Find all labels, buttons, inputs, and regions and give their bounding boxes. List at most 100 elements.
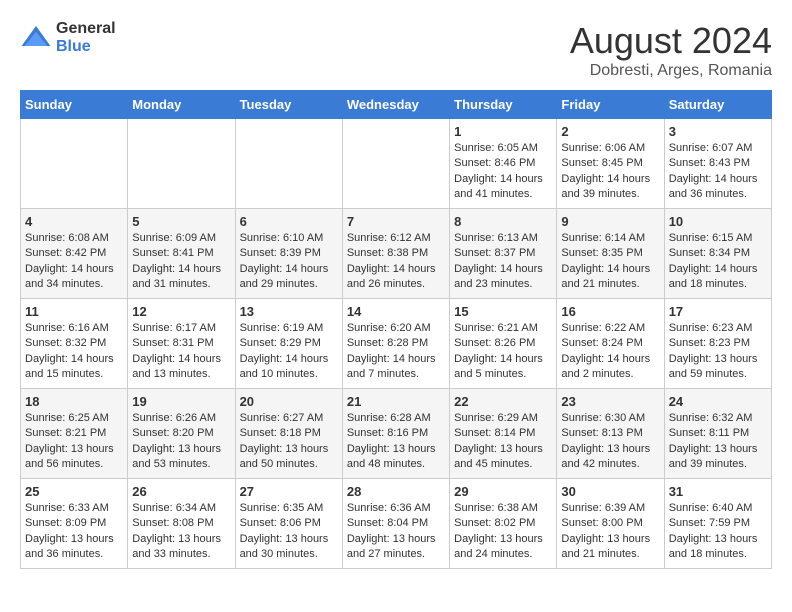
day-info: and 53 minutes. xyxy=(132,457,230,472)
day-info: Sunrise: 6:25 AM xyxy=(25,411,123,426)
day-info: and 33 minutes. xyxy=(132,547,230,562)
day-info: Daylight: 13 hours xyxy=(132,442,230,457)
day-number: 20 xyxy=(240,394,338,409)
day-info: Daylight: 14 hours xyxy=(561,172,659,187)
day-number: 29 xyxy=(454,484,552,499)
day-info: Daylight: 14 hours xyxy=(454,172,552,187)
calendar-cell xyxy=(128,119,235,209)
day-info: Daylight: 13 hours xyxy=(132,532,230,547)
day-info: and 23 minutes. xyxy=(454,277,552,292)
calendar-cell: 10Sunrise: 6:15 AMSunset: 8:34 PMDayligh… xyxy=(664,209,771,299)
day-number: 28 xyxy=(347,484,445,499)
day-number: 23 xyxy=(561,394,659,409)
calendar-cell: 2Sunrise: 6:06 AMSunset: 8:45 PMDaylight… xyxy=(557,119,664,209)
calendar-cell: 3Sunrise: 6:07 AMSunset: 8:43 PMDaylight… xyxy=(664,119,771,209)
day-info: Sunrise: 6:28 AM xyxy=(347,411,445,426)
day-info: Sunrise: 6:13 AM xyxy=(454,231,552,246)
day-number: 12 xyxy=(132,304,230,319)
day-info: Sunset: 8:13 PM xyxy=(561,426,659,441)
day-info: and 29 minutes. xyxy=(240,277,338,292)
calendar-cell: 9Sunrise: 6:14 AMSunset: 8:35 PMDaylight… xyxy=(557,209,664,299)
day-info: Sunrise: 6:05 AM xyxy=(454,141,552,156)
day-info: Sunset: 8:37 PM xyxy=(454,246,552,261)
day-info: Daylight: 13 hours xyxy=(669,352,767,367)
calendar-cell: 26 Sunrise: 6:34 AMSunset: 8:08 PMDayligh… xyxy=(128,479,235,569)
day-info: Sunset: 8:18 PM xyxy=(240,426,338,441)
day-info: Sunset: 8:34 PM xyxy=(669,246,767,261)
day-info: Daylight: 13 hours xyxy=(240,442,338,457)
day-number: 6 xyxy=(240,214,338,229)
day-number: 7 xyxy=(347,214,445,229)
day-info: Sunrise: 6:34 AM xyxy=(132,501,230,516)
day-number: 18 xyxy=(25,394,123,409)
calendar-cell: 31Sunrise: 6:40 AMSunset: 7:59 PMDayligh… xyxy=(664,479,771,569)
calendar-table: SundayMondayTuesdayWednesdayThursdayFrid… xyxy=(20,90,772,569)
day-info: Sunrise: 6:30 AM xyxy=(561,411,659,426)
day-info: Sunset: 8:11 PM xyxy=(669,426,767,441)
day-info: Daylight: 14 hours xyxy=(561,262,659,277)
day-info: Sunrise: 6:06 AM xyxy=(561,141,659,156)
day-number: 15 xyxy=(454,304,552,319)
calendar-cell: 15Sunrise: 6:21 AMSunset: 8:26 PMDayligh… xyxy=(450,299,557,389)
logo-blue: Blue xyxy=(56,38,116,56)
day-info: Sunset: 8:24 PM xyxy=(561,336,659,351)
day-info: Daylight: 13 hours xyxy=(561,442,659,457)
day-info: Sunset: 8:35 PM xyxy=(561,246,659,261)
day-info: Sunset: 8:20 PM xyxy=(132,426,230,441)
day-info: Daylight: 14 hours xyxy=(240,262,338,277)
day-info: Sunrise: 6:29 AM xyxy=(454,411,552,426)
header-sunday: Sunday xyxy=(21,91,128,119)
calendar-cell xyxy=(21,119,128,209)
day-info: and 39 minutes. xyxy=(561,187,659,202)
day-info: Sunset: 8:08 PM xyxy=(132,516,230,531)
day-number: 1 xyxy=(454,124,552,139)
day-info: Daylight: 13 hours xyxy=(454,442,552,457)
day-number: 26 xyxy=(132,484,230,499)
day-info: Sunrise: 6:39 AM xyxy=(561,501,659,516)
day-info: Sunrise: 6:17 AM xyxy=(132,321,230,336)
day-info: and 13 minutes. xyxy=(132,367,230,382)
day-info: and 41 minutes. xyxy=(454,187,552,202)
day-info: and 21 minutes. xyxy=(561,547,659,562)
day-info: Sunset: 8:46 PM xyxy=(454,156,552,171)
calendar-cell: 23 Sunrise: 6:30 AMSunset: 8:13 PMDayligh… xyxy=(557,389,664,479)
day-info: Daylight: 14 hours xyxy=(132,262,230,277)
calendar-cell: 11Sunrise: 6:16 AMSunset: 8:32 PMDayligh… xyxy=(21,299,128,389)
day-info: Sunrise: 6:35 AM xyxy=(240,501,338,516)
day-info: Sunrise: 6:19 AM xyxy=(240,321,338,336)
calendar-cell: 19Sunrise: 6:26 AMSunset: 8:20 PMDayligh… xyxy=(128,389,235,479)
day-info: Sunrise: 6:07 AM xyxy=(669,141,767,156)
day-number: 14 xyxy=(347,304,445,319)
header-wednesday: Wednesday xyxy=(342,91,449,119)
day-number: 22 xyxy=(454,394,552,409)
day-info: and 36 minutes. xyxy=(25,547,123,562)
day-info: Sunset: 8:09 PM xyxy=(25,516,123,531)
calendar-cell: 30Sunrise: 6:39 AMSunset: 8:00 PMDayligh… xyxy=(557,479,664,569)
day-info: Sunset: 8:32 PM xyxy=(25,336,123,351)
day-info: Sunrise: 6:12 AM xyxy=(347,231,445,246)
day-info: and 39 minutes. xyxy=(669,457,767,472)
day-info: Sunrise: 6:23 AM xyxy=(669,321,767,336)
day-number: 27 xyxy=(240,484,338,499)
day-info: Daylight: 14 hours xyxy=(669,172,767,187)
day-info: Sunset: 8:14 PM xyxy=(454,426,552,441)
day-info: and 18 minutes. xyxy=(669,277,767,292)
day-info: Daylight: 13 hours xyxy=(347,532,445,547)
day-number: 11 xyxy=(25,304,123,319)
logo: General Blue xyxy=(20,20,116,55)
calendar-cell: 14Sunrise: 6:20 AMSunset: 8:28 PMDayligh… xyxy=(342,299,449,389)
day-info: and 7 minutes. xyxy=(347,367,445,382)
logo-general: General xyxy=(56,20,116,38)
day-info: and 48 minutes. xyxy=(347,457,445,472)
day-number: 2 xyxy=(561,124,659,139)
day-info: Sunset: 8:21 PM xyxy=(25,426,123,441)
day-info: Sunrise: 6:33 AM xyxy=(25,501,123,516)
day-number: 30 xyxy=(561,484,659,499)
day-info: Daylight: 14 hours xyxy=(347,262,445,277)
day-info: Sunset: 8:29 PM xyxy=(240,336,338,351)
day-info: and 34 minutes. xyxy=(25,277,123,292)
day-info: and 50 minutes. xyxy=(240,457,338,472)
calendar-cell: 29Sunrise: 6:38 AMSunset: 8:02 PMDayligh… xyxy=(450,479,557,569)
day-number: 17 xyxy=(669,304,767,319)
day-info: Sunset: 8:42 PM xyxy=(25,246,123,261)
